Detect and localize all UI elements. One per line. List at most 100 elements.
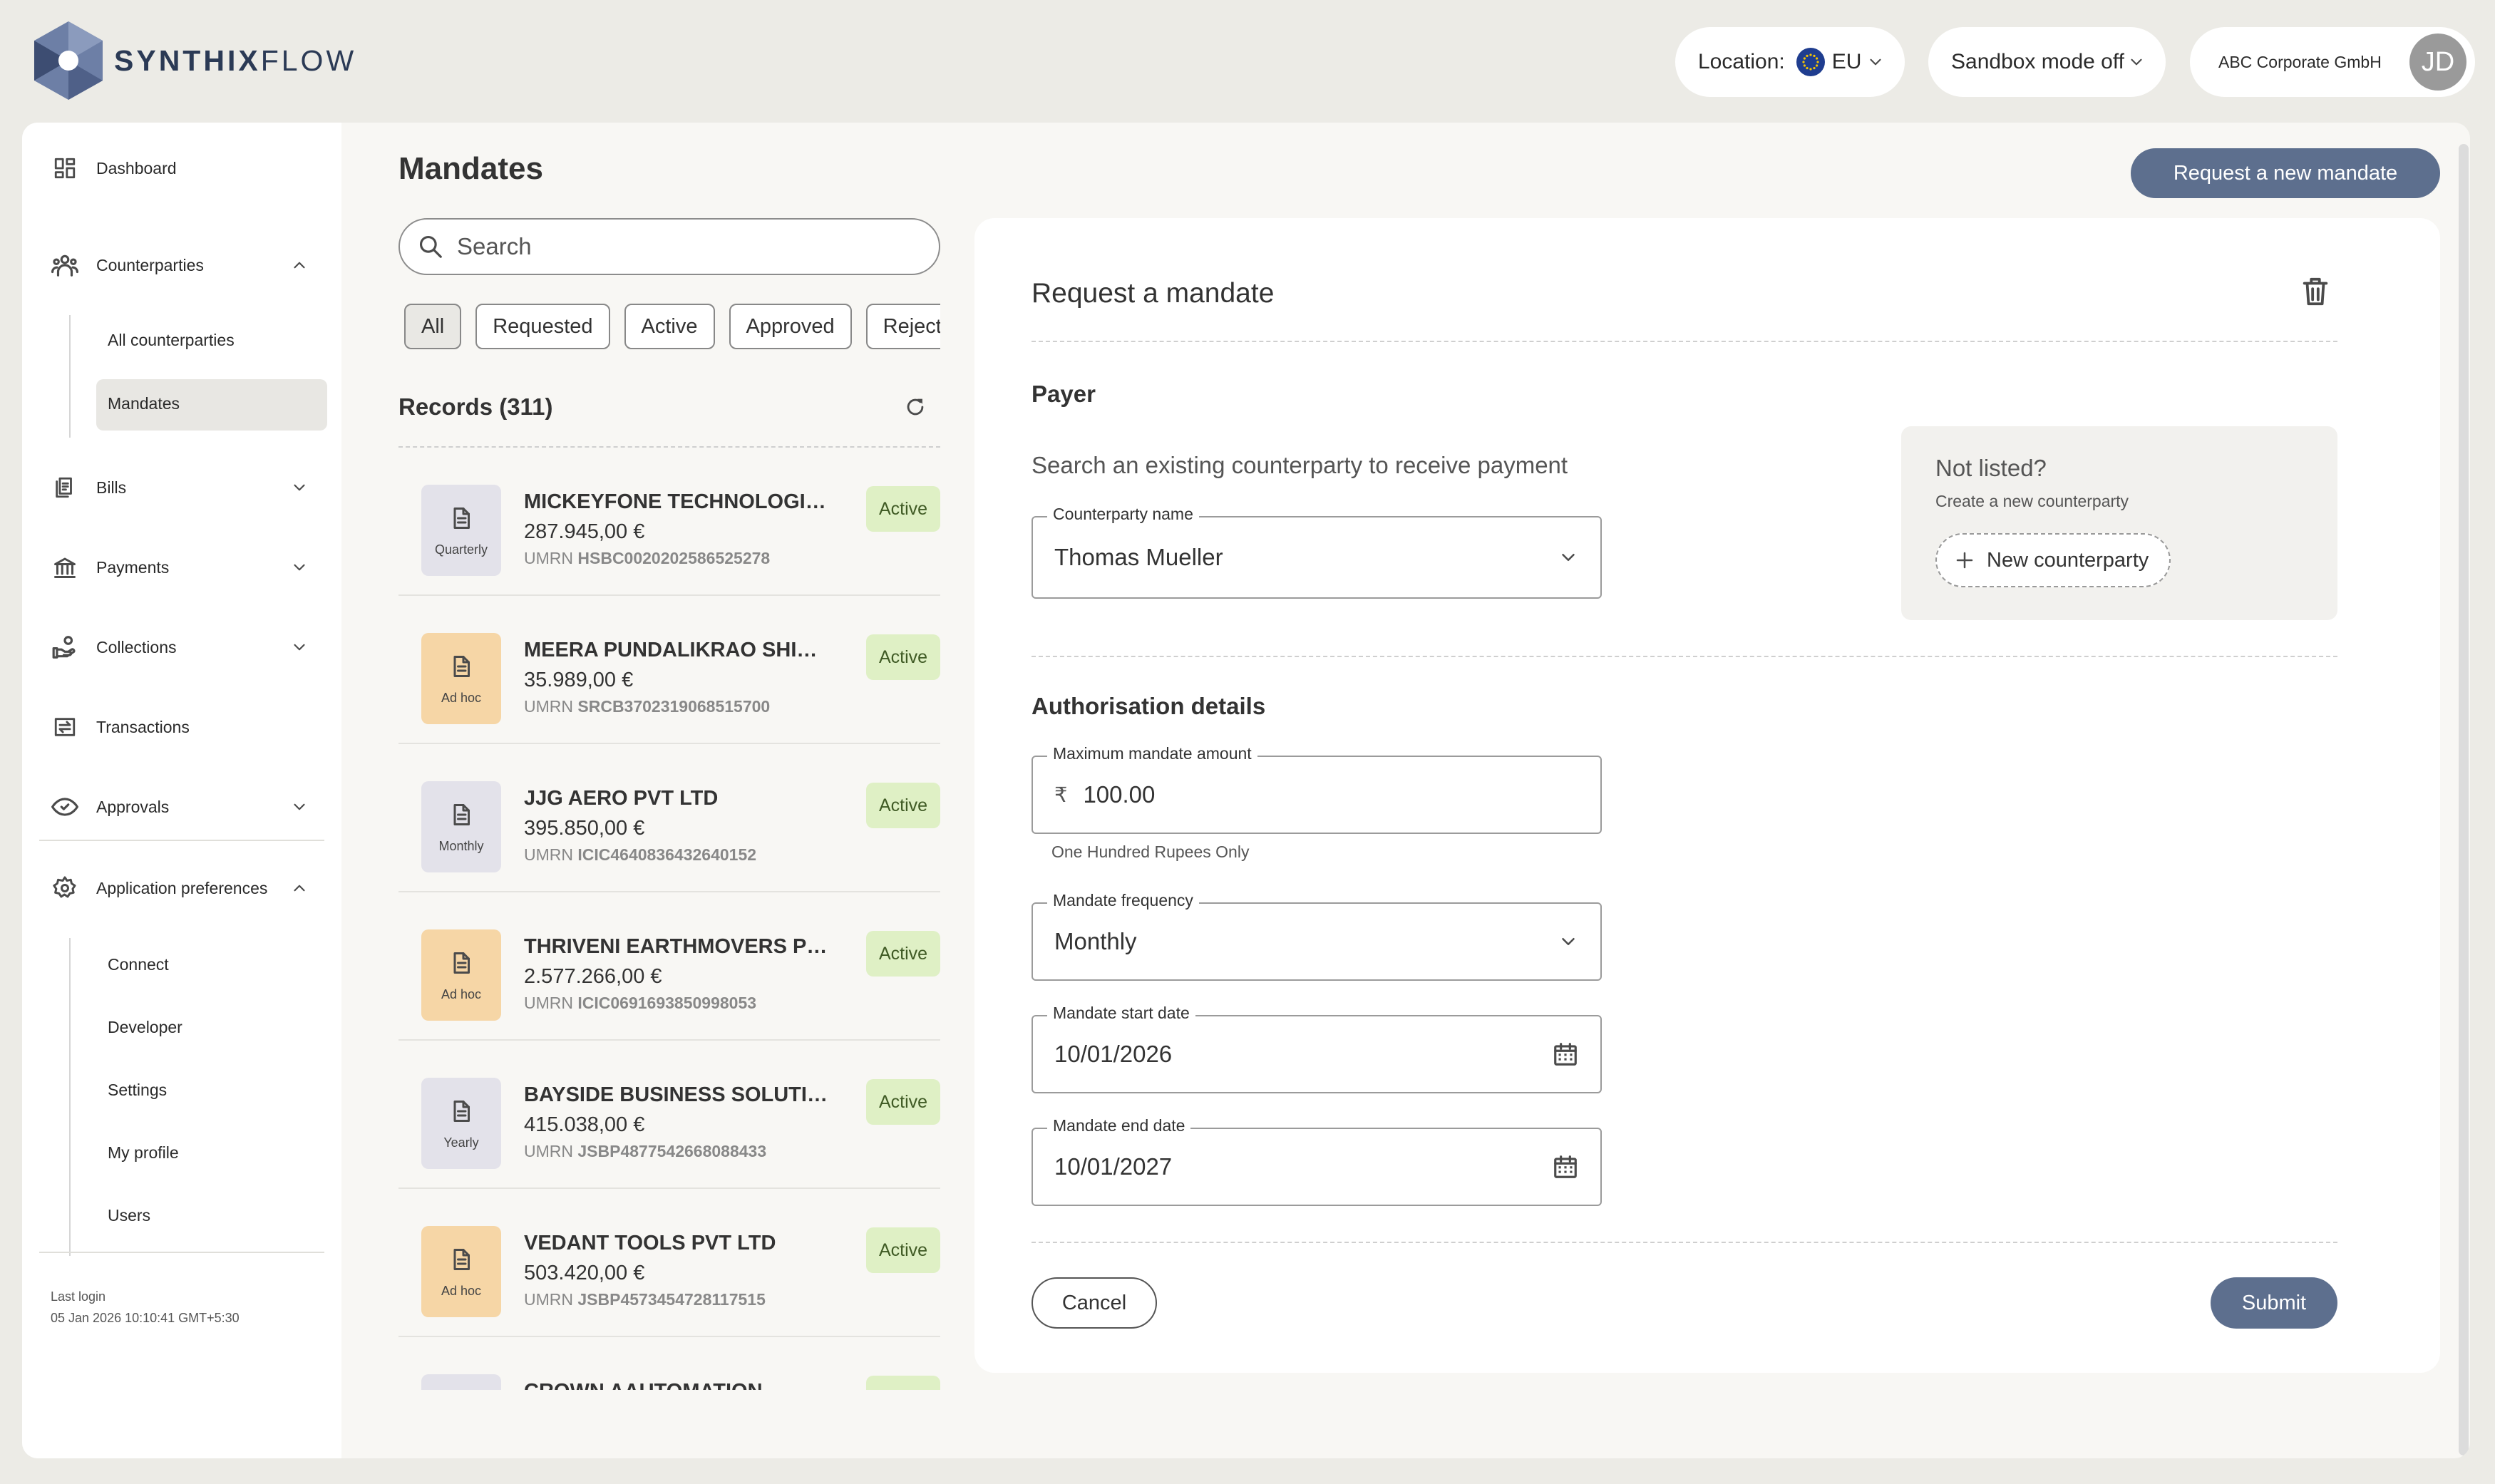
- plus-icon: [1956, 552, 1973, 569]
- mandate-type-tile: Ad hoc: [421, 929, 501, 1021]
- status-badge: Active: [866, 1079, 940, 1125]
- sidebar-item-all-counterparties[interactable]: All counterparties: [108, 331, 235, 350]
- calendar-icon[interactable]: [1552, 1041, 1579, 1068]
- calendar-icon[interactable]: [1552, 1153, 1579, 1180]
- search-input[interactable]: [457, 233, 885, 260]
- status-badge: Active: [866, 1376, 940, 1390]
- last-login-label: Last login: [51, 1289, 106, 1304]
- list-item[interactable]: Ad hoc THRIVENI EARTHMOVERS PRIVATE LIMI…: [398, 892, 940, 1041]
- chevron-up-icon: [294, 262, 305, 269]
- sidebar-divider: [39, 1252, 324, 1253]
- sidebar-item-payments[interactable]: Payments: [51, 550, 329, 584]
- mandate-end-date-field[interactable]: Mandate end date 10/01/2027: [1032, 1116, 1602, 1206]
- sidebar-item-settings[interactable]: Settings: [108, 1081, 167, 1100]
- chevron-down-icon: [2131, 58, 2142, 66]
- field-label: Maximum mandate amount: [1047, 744, 1257, 763]
- list-item[interactable]: Monthly CROWN AAUTOMATION Active: [398, 1337, 940, 1390]
- rupee-icon: ₹: [1054, 783, 1068, 807]
- chevron-up-icon: [294, 885, 305, 892]
- new-counterparty-button[interactable]: New counterparty: [1935, 533, 2171, 587]
- list-item[interactable]: Ad hoc MEERA PUNDALIKRAO SHINDE 35.989,0…: [398, 596, 940, 744]
- sidebar-item-mandates[interactable]: Mandates: [108, 394, 180, 413]
- sidebar-item-dashboard[interactable]: Dashboard: [51, 151, 329, 185]
- not-listed-title: Not listed?: [1935, 455, 2047, 481]
- list-item[interactable]: Monthly JJG AERO PVT LTD 395.850,00 € UM…: [398, 744, 940, 892]
- sidebar-item-label: Application preferences: [96, 878, 268, 897]
- counterparty-name-select[interactable]: Counterparty name Thomas Mueller: [1032, 505, 1602, 599]
- counterparty-name: JJG AERO PVT LTD: [524, 787, 719, 810]
- list-item[interactable]: Quarterly MICKEYFONE TECHNOLOGIES PVT LT…: [398, 448, 940, 596]
- sidebar-item-counterparties[interactable]: Counterparties: [51, 248, 329, 282]
- umrn: UMRN SRCB3702319068515700: [524, 697, 771, 716]
- payer-title: Payer: [1032, 381, 1096, 407]
- sidebar-item-transactions[interactable]: Transactions: [51, 710, 329, 744]
- mandate-amount: 35.989,00 €: [524, 669, 634, 691]
- umrn: UMRN JSBP4573454728117515: [524, 1290, 766, 1309]
- field-label: Counterparty name: [1047, 505, 1199, 524]
- sidebar-item-label: Payments: [96, 557, 170, 577]
- hand-coin-icon: [51, 633, 79, 661]
- umrn: UMRN ICIC0691693850998053: [524, 994, 757, 1012]
- location-selector[interactable]: Location: EU: [1675, 27, 1905, 97]
- end-date-value: 10/01/2027: [1054, 1153, 1173, 1180]
- eye-check-icon: [51, 793, 79, 821]
- request-new-mandate-button[interactable]: Request a new mandate: [2131, 148, 2440, 198]
- page-title: Mandates: [398, 151, 543, 186]
- counterparty-name: CROWN AAUTOMATION: [524, 1380, 830, 1390]
- list-item[interactable]: Yearly BAYSIDE BUSINESS SOLUTIONS 415.03…: [398, 1041, 940, 1189]
- mandate-type-tile: Yearly: [421, 1078, 501, 1169]
- document-icon: [453, 1100, 470, 1122]
- amount-in-words: One Hundred Rupees Only: [1051, 843, 1250, 861]
- sidebar-item-collections[interactable]: Collections: [51, 630, 329, 664]
- payer-hint: Search an existing counterparty to recei…: [1032, 452, 1568, 478]
- list-item[interactable]: Ad hoc VEDANT TOOLS PVT LTD 503.420,00 €…: [398, 1189, 940, 1337]
- cancel-button[interactable]: Cancel: [1032, 1277, 1157, 1329]
- not-listed-panel: Not listed? Create a new counterparty Ne…: [1901, 426, 2337, 620]
- avatar[interactable]: JD: [2409, 34, 2466, 91]
- sidebar-item-bills[interactable]: Bills: [51, 470, 329, 505]
- max-mandate-amount-field[interactable]: Maximum mandate amount ₹ 100.00: [1032, 744, 1602, 834]
- counterparty-name: MEERA PUNDALIKRAO SHINDE: [524, 639, 830, 661]
- filter-chip-requested[interactable]: Requested: [475, 304, 610, 349]
- brand-name: SYNTHIXFLOW: [114, 43, 357, 77]
- sidebar-item-label: Collections: [96, 637, 177, 656]
- submit-button[interactable]: Submit: [2211, 1277, 2337, 1329]
- sidebar-item-application-preferences[interactable]: Application preferences: [51, 871, 329, 905]
- mandate-type-tile: Quarterly: [421, 485, 501, 576]
- form-title: Request a mandate: [1032, 278, 1275, 309]
- filter-chip-rejected[interactable]: Rejected: [865, 304, 940, 349]
- document-icon: [453, 1248, 470, 1270]
- sidebar-item-approvals[interactable]: Approvals: [51, 790, 329, 824]
- search-box[interactable]: [398, 218, 940, 275]
- mandate-type: Ad hoc: [441, 1283, 482, 1298]
- sandbox-mode-selector[interactable]: Sandbox mode off: [1928, 27, 2166, 97]
- page-scrollbar[interactable]: [2459, 144, 2469, 1455]
- filter-chip-approved[interactable]: Approved: [729, 304, 852, 349]
- section-divider: [1032, 656, 2337, 657]
- brand-logo[interactable]: SYNTHIXFLOW: [31, 20, 356, 101]
- chevron-down-icon: [1870, 58, 1881, 66]
- sidebar: Dashboard Counterparties All counterpart…: [22, 123, 341, 1458]
- eu-flag-icon: [1796, 48, 1825, 76]
- filter-chip-all[interactable]: All: [404, 304, 462, 349]
- counterparty-name: MICKEYFONE TECHNOLOGIES PVT LTD: [524, 490, 830, 513]
- filter-chip-active[interactable]: Active: [624, 304, 715, 349]
- hexagon-logo-icon: [34, 21, 103, 100]
- status-filter-chips: All Requested Active Approved Rejected: [404, 304, 940, 349]
- account-menu[interactable]: ABC Corporate GmbH JD: [2190, 27, 2475, 97]
- status-badge: Active: [866, 486, 940, 532]
- sidebar-item-connect[interactable]: Connect: [108, 955, 169, 974]
- umrn: UMRN ICIC4640836432640152: [524, 845, 757, 864]
- refresh-icon[interactable]: [903, 395, 927, 419]
- mandate-type-tile: Ad hoc: [421, 633, 501, 724]
- transactions-icon: [51, 713, 79, 741]
- document-icon: [453, 655, 470, 677]
- sidebar-item-users[interactable]: Users: [108, 1206, 150, 1225]
- mandate-start-date-field[interactable]: Mandate start date 10/01/2026: [1032, 1004, 1602, 1093]
- sidebar-item-my-profile[interactable]: My profile: [108, 1143, 179, 1163]
- mandate-frequency-select[interactable]: Mandate frequency Monthly: [1032, 891, 1602, 981]
- trash-icon[interactable]: [2299, 275, 2332, 308]
- sidebar-item-developer[interactable]: Developer: [108, 1018, 182, 1037]
- section-divider: [1032, 341, 2337, 342]
- counterparty-name: VEDANT TOOLS PVT LTD: [524, 1232, 776, 1254]
